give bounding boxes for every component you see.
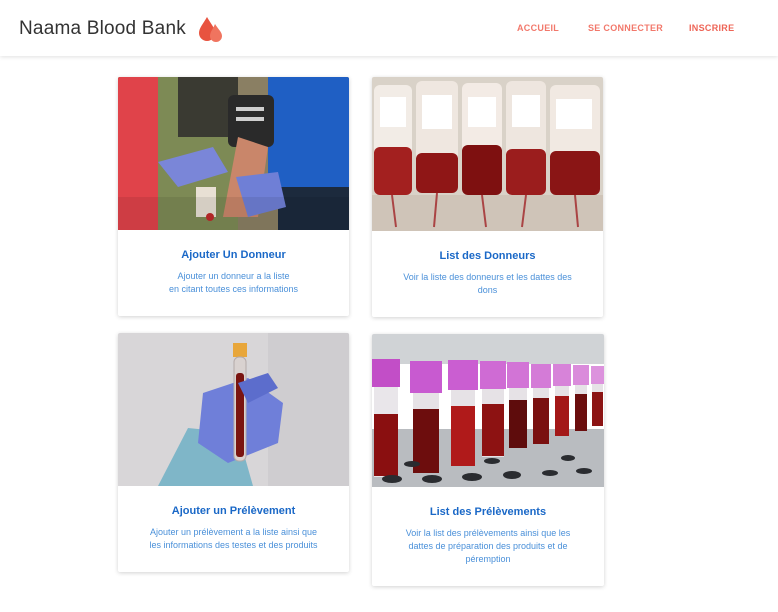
card-description-line: Ajouter un prélèvement a la liste ainsi … (149, 527, 318, 537)
card-description-line: en citant toutes ces informations (168, 284, 299, 294)
card-description-line: Voir la liste des donneurs et les dattes… (403, 272, 572, 282)
card-description-line: Voir la list des prélèvements ainsi que … (405, 528, 571, 538)
card-title: Ajouter Un Donneur (181, 249, 286, 261)
top-navbar: Naama Blood Bank ACCUEIL SE CONNECTER IN… (0, 0, 778, 56)
blood-bags-photo (372, 77, 603, 231)
card-description: Ajouter un prélèvement a la liste ainsi … (128, 526, 339, 552)
nav-link-inscrire[interactable]: INSCRIRE (689, 23, 734, 33)
card-list-donneurs[interactable]: List des Donneurs Voir la liste des donn… (372, 77, 603, 317)
tube-rack-photo (372, 334, 604, 487)
brand[interactable]: Naama Blood Bank (19, 15, 224, 43)
donor-arm-photo (118, 77, 349, 230)
card-list-prelevements[interactable]: List des Prélèvements Voir la list des p… (372, 334, 604, 586)
card-ajouter-prelevement[interactable]: Ajouter un Prélèvement Ajouter un prélèv… (118, 333, 349, 572)
brand-title: Naama Blood Bank (19, 18, 186, 39)
blood-tube-photo (118, 333, 349, 486)
card-ajouter-donneur[interactable]: Ajouter Un Donneur Ajouter un donneur a … (118, 77, 349, 316)
card-description: Voir la liste des donneurs et les dattes… (382, 271, 593, 297)
card-description-line: Ajouter un donneur a la liste (177, 271, 290, 281)
card-description-line: les informations des testes et des produ… (149, 540, 318, 550)
card-title: List des Prélèvements (429, 506, 547, 518)
blood-drops-icon (198, 17, 222, 42)
card-title: Ajouter un Prélèvement (171, 505, 296, 517)
card-description-line: péremption (465, 554, 511, 564)
card-description-line: dons (477, 285, 498, 295)
card-description-line: dattes de préparation des produits et de (408, 541, 568, 551)
card-description: Ajouter un donneur a la liste en citant … (128, 270, 339, 296)
nav-link-se-connecter[interactable]: SE CONNECTER (588, 23, 663, 33)
card-title: List des Donneurs (439, 250, 536, 262)
nav-link-accueil[interactable]: ACCUEIL (517, 23, 559, 33)
card-description: Voir la list des prélèvements ainsi que … (382, 527, 594, 566)
